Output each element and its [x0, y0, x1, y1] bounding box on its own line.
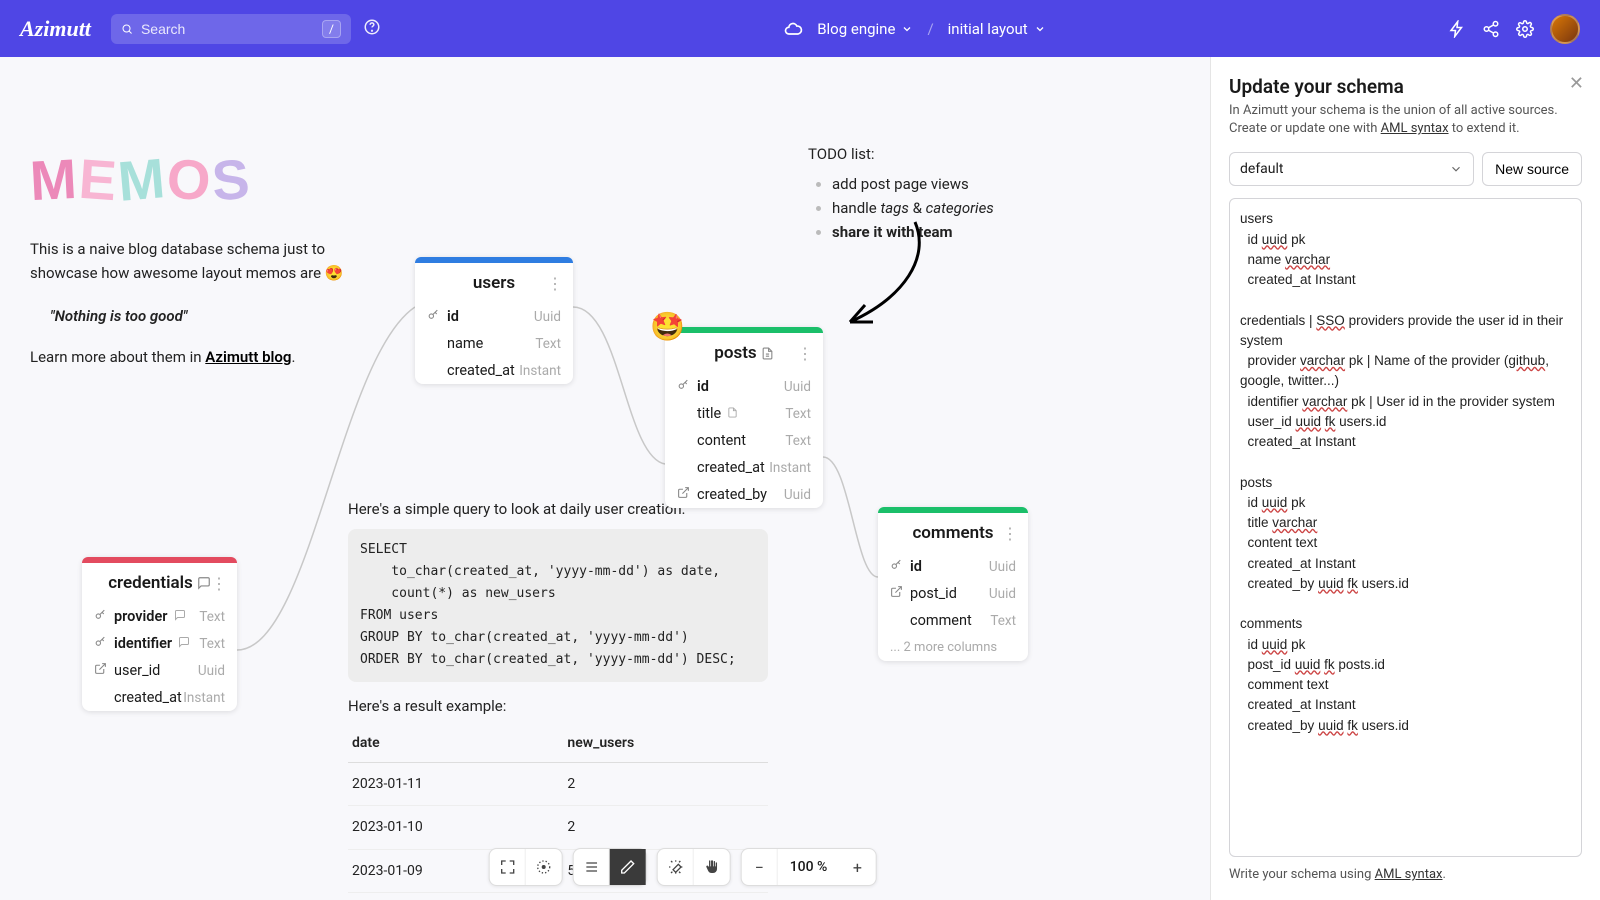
new-source-button[interactable]: New source	[1482, 152, 1582, 186]
share-icon[interactable]	[1482, 20, 1500, 38]
cloud-icon	[783, 19, 803, 39]
zoom-out-button[interactable]: −	[742, 849, 778, 885]
avatar[interactable]	[1550, 14, 1580, 44]
note-icon	[197, 576, 211, 590]
list-button[interactable]	[574, 849, 610, 885]
link-icon	[94, 662, 108, 679]
sidebar-title: Update your schema	[1229, 75, 1582, 98]
header-actions	[1448, 14, 1580, 44]
magic-button[interactable]	[658, 849, 694, 885]
chevron-down-icon	[1034, 23, 1046, 35]
doc-icon	[727, 405, 738, 422]
chevron-down-icon	[1449, 162, 1463, 176]
column-row[interactable]: post_idUuid	[878, 580, 1028, 607]
table-comments[interactable]: comments⋮ idUuidpost_idUuidcommentText .…	[878, 507, 1028, 661]
fullscreen-button[interactable]	[490, 849, 526, 885]
column-row[interactable]: user_idUuid	[82, 657, 237, 684]
help-icon[interactable]	[363, 18, 381, 40]
memo-quote: "Nothing is too good"	[50, 304, 187, 328]
column-row[interactable]: created_byUuid	[665, 481, 823, 508]
column-row[interactable]: idUuid	[665, 373, 823, 400]
source-select[interactable]: default	[1229, 152, 1474, 186]
sql-code: SELECT to_char(created_at, 'yyyy-mm-dd')…	[348, 529, 768, 682]
column-row[interactable]: nameText	[415, 330, 573, 357]
aml-syntax-link-2[interactable]: AML syntax	[1375, 867, 1443, 882]
aml-editor[interactable]: users id uuid pk name varchar created_at…	[1229, 198, 1582, 857]
memo-learn-more: Learn more about them in Azimutt blog.	[30, 345, 295, 369]
note-icon	[174, 608, 186, 625]
close-icon[interactable]: ✕	[1569, 73, 1584, 94]
project-selector[interactable]: Blog engine	[817, 20, 913, 38]
column-row[interactable]: created_atInstant	[82, 684, 237, 711]
fit-button[interactable]	[526, 849, 562, 885]
zoom-in-button[interactable]: +	[839, 849, 875, 885]
key-icon	[94, 608, 108, 625]
zoom-level: 100 %	[778, 849, 840, 885]
column-row[interactable]: commentText	[878, 607, 1028, 634]
search-input[interactable]	[141, 21, 322, 37]
table-menu[interactable]: ⋮	[547, 274, 563, 293]
table-menu[interactable]: ⋮	[1002, 524, 1018, 543]
doc-icon	[761, 347, 774, 360]
table-menu[interactable]: ⋮	[797, 344, 813, 363]
canvas-toolbar: − 100 % +	[489, 848, 877, 886]
table-row: 2023-01-102	[348, 806, 768, 849]
sidebar-footer: Write your schema using AML syntax.	[1229, 867, 1582, 882]
column-row[interactable]: created_atInstant	[415, 357, 573, 384]
column-row[interactable]: identifierText	[82, 630, 237, 657]
column-row[interactable]: providerText	[82, 603, 237, 630]
gear-icon[interactable]	[1516, 20, 1534, 38]
table-users[interactable]: users⋮ idUuidnameTextcreated_atInstant	[415, 257, 573, 384]
blog-link[interactable]: Azimutt blog	[205, 348, 291, 366]
todo-item: add post page views	[832, 172, 994, 196]
table-row: 2023-01-112	[348, 762, 768, 805]
memo-title: MEMOS	[30, 147, 252, 212]
note-icon	[178, 635, 190, 652]
table-posts[interactable]: posts⋮ idUuidtitleTextcontentTextcreated…	[665, 327, 823, 508]
key-icon	[890, 558, 904, 575]
aml-syntax-link[interactable]: AML syntax	[1381, 121, 1449, 136]
link-icon	[677, 486, 691, 503]
chevron-down-icon	[901, 23, 913, 35]
todo-item: share it with team	[832, 220, 994, 244]
search-shortcut: /	[322, 20, 341, 38]
hand-button[interactable]	[694, 849, 730, 885]
column-row[interactable]: idUuid	[878, 553, 1028, 580]
logo: Azimutt	[20, 16, 91, 42]
memo-todo: TODO list: add post page viewshandle tag…	[808, 142, 994, 244]
column-row[interactable]: titleText	[665, 400, 823, 427]
column-row[interactable]: contentText	[665, 427, 823, 454]
column-row[interactable]: idUuid	[415, 303, 573, 330]
bolt-icon[interactable]	[1448, 20, 1466, 38]
search-icon	[121, 21, 133, 37]
column-row[interactable]: created_atInstant	[665, 454, 823, 481]
expand-columns[interactable]: ... 2 more columns	[878, 634, 1028, 661]
breadcrumb: Blog engine / initial layout	[381, 19, 1448, 39]
canvas[interactable]: MEMOS This is a naive blog database sche…	[0, 57, 1210, 900]
star-emoji: 🤩	[650, 310, 685, 343]
table-credentials[interactable]: credentials⋮ providerTextidentifierTextu…	[82, 557, 237, 711]
key-icon	[677, 378, 691, 395]
link-icon	[890, 585, 904, 602]
memo-description: This is a naive blog database schema jus…	[30, 237, 350, 285]
edit-button[interactable]	[610, 849, 646, 885]
key-icon	[94, 635, 108, 652]
schema-sidebar: ✕ Update your schema In Azimutt your sch…	[1210, 57, 1600, 900]
layout-selector[interactable]: initial layout	[948, 20, 1046, 38]
memo-query: Here's a simple query to look at daily u…	[348, 497, 768, 893]
key-icon	[427, 308, 441, 325]
table-menu[interactable]: ⋮	[211, 574, 227, 593]
sidebar-description: In Azimutt your schema is the union of a…	[1229, 102, 1582, 138]
todo-item: handle tags & categories	[832, 196, 994, 220]
search-box[interactable]: /	[111, 14, 351, 44]
header: Azimutt / Blog engine / initial layout	[0, 0, 1600, 57]
